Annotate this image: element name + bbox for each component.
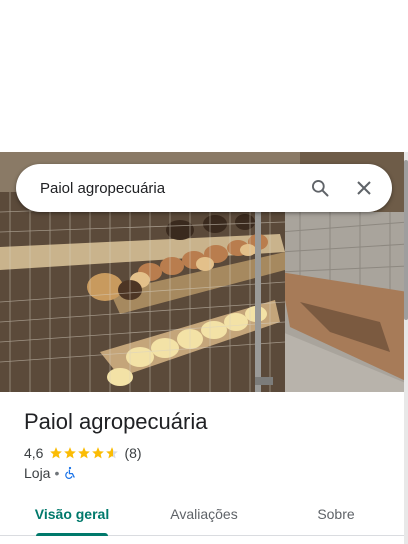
star-rating — [49, 446, 119, 460]
separator-dot: • — [54, 465, 60, 481]
wheelchair-icon[interactable] — [63, 466, 77, 480]
active-tab-indicator — [36, 533, 108, 536]
rating-value: 4,6 — [24, 445, 44, 461]
search-button[interactable] — [298, 166, 342, 210]
star-icon — [78, 447, 91, 459]
close-icon — [357, 181, 371, 195]
tab-about[interactable]: Sobre — [288, 492, 384, 536]
close-button[interactable] — [342, 166, 386, 210]
star-icon — [50, 447, 63, 459]
place-category[interactable]: Loja — [24, 465, 50, 481]
review-count[interactable]: (8) — [124, 445, 141, 461]
place-title: Paiol agropecuária — [24, 409, 208, 434]
star-icon — [92, 447, 105, 459]
place-tabs: Visão geral Avaliações Sobre — [0, 492, 404, 536]
rating-row[interactable]: 4,6 (8) — [24, 443, 142, 463]
half-star-icon — [106, 447, 119, 459]
tab-overview[interactable]: Visão geral — [24, 492, 120, 536]
search-icon — [312, 180, 329, 197]
star-icon — [64, 447, 77, 459]
search-bar[interactable]: Paiol agropecuária — [16, 164, 392, 212]
category-row: Loja • — [24, 463, 77, 483]
scrollbar-thumb[interactable] — [404, 160, 408, 320]
search-input[interactable]: Paiol agropecuária — [16, 180, 298, 197]
tab-reviews[interactable]: Avaliações — [156, 492, 252, 536]
